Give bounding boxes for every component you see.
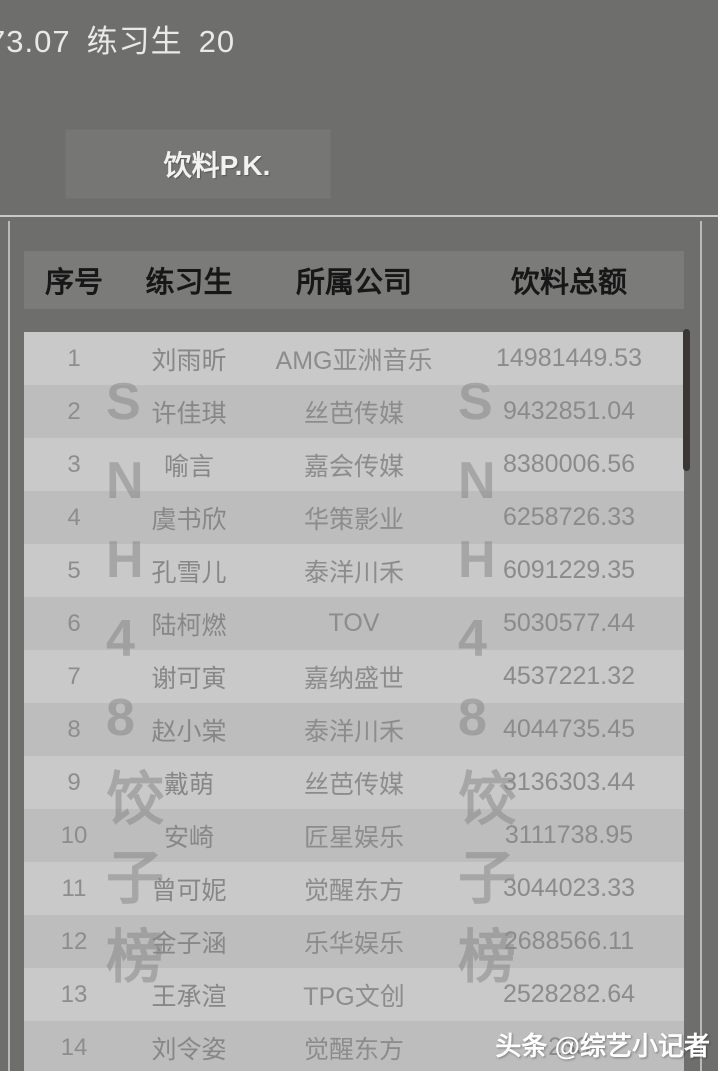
cell-rank: 3 [67, 450, 81, 478]
drink-pk-button-label: 饮料P.K. [163, 150, 271, 181]
cell-name: 赵小棠 [151, 717, 227, 746]
cell-rank: 14 [60, 1033, 88, 1061]
table-row[interactable]: 7 谢可寅 嘉纳盛世 4537221.32 [24, 650, 684, 703]
cell-name: 刘雨昕 [151, 346, 227, 375]
cell-name: 王承渲 [151, 982, 227, 1011]
table-row[interactable]: 1 刘雨昕 AMG亚洲音乐 14981449.53 [24, 332, 684, 385]
cell-rank: 12 [60, 927, 88, 955]
drink-pk-button[interactable]: 饮料P.K. [66, 130, 330, 198]
cell-rank: 10 [60, 821, 88, 849]
cell-amount: 6091229.35 [502, 556, 636, 584]
cell-name: 许佳琪 [151, 399, 227, 428]
cell-rank: 5 [67, 556, 81, 584]
cell-amount: 3136303.44 [502, 768, 636, 796]
scrollbar-thumb[interactable] [683, 329, 690, 471]
table-row[interactable]: 9 戴萌 丝芭传媒 3136303.44 [24, 756, 684, 809]
cell-rank: 7 [67, 662, 81, 690]
cell-name: 刘令姿 [151, 1035, 227, 1064]
cell-company: 嘉会传媒 [303, 452, 404, 481]
cell-name: 喻言 [163, 452, 214, 481]
cell-name: 孔雪儿 [151, 558, 227, 587]
table-row[interactable]: 8 赵小棠 泰洋川禾 4044735.45 [24, 703, 684, 756]
cell-company: 觉醒东方 [303, 1035, 404, 1064]
cell-company: 匠星娱乐 [303, 823, 404, 852]
cell-rank: 2 [67, 397, 81, 425]
cell-company: 泰洋川禾 [303, 558, 404, 587]
cell-company: 嘉纳盛世 [303, 664, 404, 693]
top-bar: 73.07 练习生 20 饮料P.K. [0, 0, 718, 215]
cell-name: 金子涵 [151, 929, 227, 958]
cell-name: 曾可妮 [151, 876, 227, 905]
cell-company: 觉醒东方 [303, 876, 404, 905]
cell-company: 乐华娱乐 [303, 929, 404, 958]
column-header-amount: 饮料总额 [510, 267, 627, 299]
table-row[interactable]: 5 孔雪儿 泰洋川禾 6091229.35 [24, 544, 684, 597]
cell-company: TPG文创 [303, 982, 405, 1011]
cell-rank: 11 [61, 874, 87, 902]
table-row[interactable]: 11 曾可妮 觉醒东方 3044023.33 [24, 862, 684, 915]
table-row[interactable]: 12 金子涵 乐华娱乐 2688566.11 [24, 915, 684, 968]
cell-amount: 2528282.64 [502, 980, 636, 1008]
cell-name: 安崎 [163, 823, 214, 852]
cell-amount: 2688566.11 [503, 927, 635, 955]
cell-company: 丝芭传媒 [303, 770, 404, 799]
cell-company: 泰洋川禾 [303, 717, 404, 746]
cell-name: 戴萌 [163, 770, 214, 799]
ranking-card-inner: 序号 练习生 所属公司 饮料总额 1 刘雨昕 AMG亚洲音乐 14981449.53 2… [8, 221, 702, 1071]
column-header-rank: 序号 [44, 267, 103, 299]
cell-rank: 13 [60, 980, 88, 1008]
cell-amount: 8380006.56 [502, 450, 636, 478]
cell-amount: 4537221.32 [502, 662, 636, 690]
cell-name: 虞书欣 [151, 505, 227, 534]
cell-name: 谢可寅 [151, 664, 227, 693]
table-row[interactable]: 13 王承渲 TPG文创 2528282.64 [24, 968, 684, 1021]
cell-amount: 6258726.33 [502, 503, 636, 531]
status-line: 73.07 练习生 20 [0, 16, 251, 61]
cell-rank: 9 [67, 768, 81, 796]
table-header-row: 序号 练习生 所属公司 饮料总额 [24, 251, 684, 309]
status-count: 20 [198, 24, 236, 59]
cell-company: 丝芭传媒 [303, 399, 404, 428]
column-header-name: 练习生 [145, 267, 233, 299]
table-body[interactable]: 1 刘雨昕 AMG亚洲音乐 14981449.53 2 许佳琪 丝芭传媒 9432851.04… [24, 332, 684, 1071]
cell-amount: 9432851.04 [502, 397, 636, 425]
cell-amount: 5030577.44 [502, 609, 636, 637]
cell-company: 华策影业 [303, 505, 404, 534]
cell-rank: 8 [67, 715, 81, 743]
cell-name: 陆柯燃 [151, 611, 227, 640]
brand-watermark: 头条 @综艺小记者 [495, 1031, 710, 1061]
ranking-card: 序号 练习生 所属公司 饮料总额 1 刘雨昕 AMG亚洲音乐 14981449.53 2… [0, 215, 718, 1071]
cell-amount: 3044023.33 [502, 874, 636, 902]
status-label: 练习生 [86, 24, 183, 59]
cell-rank: 4 [67, 503, 81, 531]
table-row[interactable]: 6 陆柯燃 TOV 5030577.44 [24, 597, 684, 650]
cell-rank: 1 [67, 344, 81, 372]
table-row[interactable]: 3 喻言 嘉会传媒 8380006.56 [24, 438, 684, 491]
status-number: 73.07 [0, 24, 71, 59]
table-row[interactable]: 10 安崎 匠星娱乐 3111738.95 [24, 809, 684, 862]
cell-amount: 14981449.53 [496, 344, 642, 372]
table-row[interactable]: 2 许佳琪 丝芭传媒 9432851.04 [24, 385, 684, 438]
table-row[interactable]: 4 虞书欣 华策影业 6258726.33 [24, 491, 684, 544]
cell-company: AMG亚洲音乐 [275, 346, 433, 375]
cell-company: TOV [328, 609, 380, 637]
cell-amount: 3111738.95 [504, 821, 634, 849]
cell-amount: 4044735.45 [502, 715, 636, 743]
cell-rank: 6 [67, 609, 81, 637]
column-header-company: 所属公司 [295, 267, 412, 299]
